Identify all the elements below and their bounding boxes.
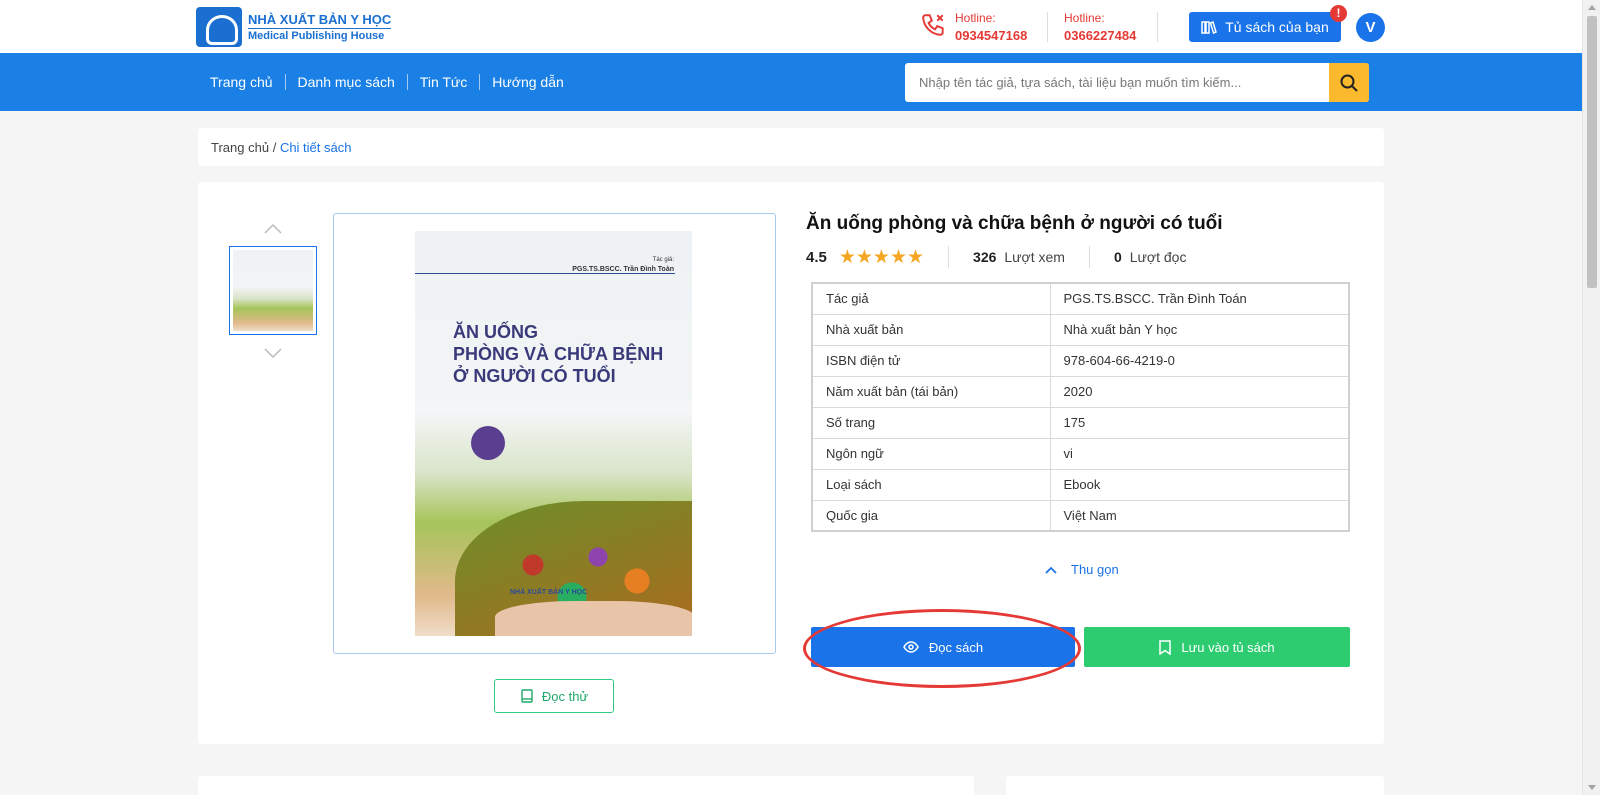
rating-stars: ★★★★★: [838, 246, 925, 268]
table-row: Tác giả PGS.TS.BSCC. Trần Đình Toán: [811, 282, 1350, 315]
cover-diagram: [471, 426, 505, 460]
save-to-shelf-button[interactable]: Lưu vào tủ sách: [1084, 627, 1350, 667]
hotline-2[interactable]: Hotline: 0366227484: [1064, 10, 1136, 44]
bottom-right-card: [1006, 776, 1384, 795]
detail-value: 978-604-66-4219-0: [1049, 344, 1350, 377]
top-header: NHÀ XUẤT BẢN Y HỌC Medical Publishing Ho…: [0, 0, 1582, 53]
divider: [1088, 246, 1090, 268]
detail-value: Việt Nam: [1049, 499, 1350, 532]
rating-score: 4.5: [806, 248, 827, 266]
table-row: Năm xuất bản (tái bản) 2020: [811, 375, 1350, 408]
detail-label: Quốc gia: [811, 499, 1051, 532]
scroll-down-icon[interactable]: [1588, 785, 1596, 790]
cover-rule: [415, 273, 675, 274]
nav-bar: Trang chủ Danh mục sách Tin Tức Hướng dẫ…: [0, 53, 1582, 111]
breadcrumb: Trang chủ / Chi tiết sách: [198, 128, 1384, 166]
detail-label: Số trang: [811, 406, 1051, 439]
detail-value: Nhà xuất bản Y học: [1049, 313, 1350, 346]
avatar[interactable]: V: [1356, 13, 1385, 42]
book-icon: [521, 689, 533, 703]
scroll-up-icon[interactable]: [1588, 5, 1596, 10]
search-icon: [1340, 74, 1358, 92]
hotline-1[interactable]: Hotline: 0934547168: [955, 10, 1027, 44]
logo[interactable]: NHÀ XUẤT BẢN Y HỌC Medical Publishing Ho…: [196, 7, 392, 47]
book-title: Ăn uống phòng và chữa bệnh ở người có tu…: [806, 213, 1223, 234]
views-count: 326: [973, 249, 997, 265]
table-row: Số trang 175: [811, 406, 1350, 439]
phone-icon: [922, 14, 944, 36]
hotline-2-label: Hotline:: [1064, 11, 1105, 25]
try-read-button[interactable]: Đọc thử: [494, 679, 614, 713]
reads-count: 0: [1113, 249, 1122, 265]
cover-author: PGS.TS.BSCC. Trần Đình Toàn: [572, 266, 674, 273]
book-cover[interactable]: Tác giả: PGS.TS.BSCC. Trần Đình Toàn ĂN …: [415, 231, 692, 636]
divider: [1047, 12, 1048, 42]
cover-title: ĂN UỐNG PHÒNG VÀ CHỮA BỆNH Ở NGƯỜI CÓ TU…: [453, 321, 663, 387]
breadcrumb-home[interactable]: Trang chủ: [211, 140, 269, 155]
nav-item-home[interactable]: Trang chủ: [210, 74, 285, 90]
detail-label: Ngôn ngữ: [811, 437, 1051, 470]
main-nav: Trang chủ Danh mục sách Tin Tức Hướng dẫ…: [210, 53, 576, 111]
scrollbar-thumb[interactable]: [1587, 16, 1597, 288]
table-row: ISBN điện tử 978-604-66-4219-0: [811, 344, 1350, 377]
hotline-1-number: 0934547168: [955, 28, 1028, 43]
rating-row: 4.5 ★★★★★ 326 Lượt xem 0 Lượt đọc: [806, 246, 1187, 268]
detail-value: 2020: [1049, 375, 1350, 408]
reads-label: Lượt đọc: [1129, 249, 1187, 265]
chevron-up-icon[interactable]: [264, 224, 282, 234]
try-read-label: Đọc thử: [541, 688, 589, 704]
views-label: Lượt xem: [1004, 249, 1065, 265]
collapse-toggle[interactable]: Thu gọn: [1045, 562, 1119, 577]
detail-value: PGS.TS.BSCC. Trần Đình Toán: [1049, 282, 1350, 315]
cover-author-label: Tác giả:: [652, 257, 674, 263]
hotline-1-label: Hotline:: [955, 11, 996, 25]
table-row: Loại sách Ebook: [811, 468, 1350, 501]
cover-publisher: NHÀ XUẤT BẢN Y HỌC: [510, 589, 588, 596]
logo-title: NHÀ XUẤT BẢN Y HỌC: [248, 11, 392, 27]
chevron-down-icon[interactable]: [264, 348, 282, 358]
search-button[interactable]: [1329, 63, 1369, 102]
search-bar: [905, 63, 1369, 102]
detail-value: Ebook: [1049, 468, 1350, 501]
chevron-up-icon: [1045, 566, 1057, 574]
breadcrumb-current[interactable]: Chi tiết sách: [280, 140, 352, 155]
highlight-circle: [803, 609, 1081, 688]
nav-item-guide[interactable]: Hướng dẫn: [479, 74, 575, 90]
bookshelf-button[interactable]: Tủ sách của bạn !: [1189, 5, 1347, 42]
table-row: Ngôn ngữ vi: [811, 437, 1350, 470]
book-details-table: Tác giả PGS.TS.BSCC. Trần Đình Toán Nhà x…: [811, 282, 1350, 532]
nav-item-news[interactable]: Tin Tức: [406, 74, 480, 90]
detail-label: ISBN điện tử: [811, 344, 1051, 377]
search-input[interactable]: [905, 63, 1329, 102]
cover-title-line2: PHÒNG VÀ CHỮA BỆNH: [453, 344, 664, 364]
cover-thumbnail-image: [233, 250, 313, 331]
table-row: Quốc gia Việt Nam: [811, 499, 1350, 532]
scrollbar[interactable]: [1582, 0, 1600, 795]
detail-label: Năm xuất bản (tái bản): [811, 375, 1051, 408]
divider: [1157, 12, 1158, 42]
detail-label: Tác giả: [811, 282, 1051, 315]
cover-hands-image: [495, 601, 692, 636]
notification-badge: !: [1330, 5, 1347, 22]
save-to-shelf-label: Lưu vào tủ sách: [1181, 639, 1275, 655]
table-row: Nhà xuất bản Nhà xuất bản Y học: [811, 313, 1350, 346]
detail-value: 175: [1049, 406, 1350, 439]
bottom-left-card: [198, 776, 974, 795]
detail-value: vi: [1049, 437, 1350, 470]
cover-title-line3: Ở NGƯỜI CÓ TUỔI: [453, 366, 616, 386]
bookmark-icon: [1159, 639, 1172, 655]
detail-label: Nhà xuất bản: [811, 313, 1051, 346]
detail-label: Loại sách: [811, 468, 1051, 501]
cover-title-line1: ĂN UỐNG: [453, 322, 538, 342]
nav-item-categories[interactable]: Danh mục sách: [284, 74, 407, 90]
collapse-label: Thu gọn: [1071, 562, 1119, 577]
breadcrumb-separator: /: [272, 140, 277, 155]
logo-icon: [196, 7, 242, 47]
hotline-2-number: 0366227484: [1064, 28, 1137, 43]
divider: [948, 246, 950, 268]
cover-thumbnail[interactable]: [229, 246, 317, 335]
bookshelf-label: Tủ sách của bạn: [1225, 19, 1329, 35]
books-icon: [1201, 20, 1218, 34]
logo-subtitle: Medical Publishing House: [248, 27, 392, 43]
